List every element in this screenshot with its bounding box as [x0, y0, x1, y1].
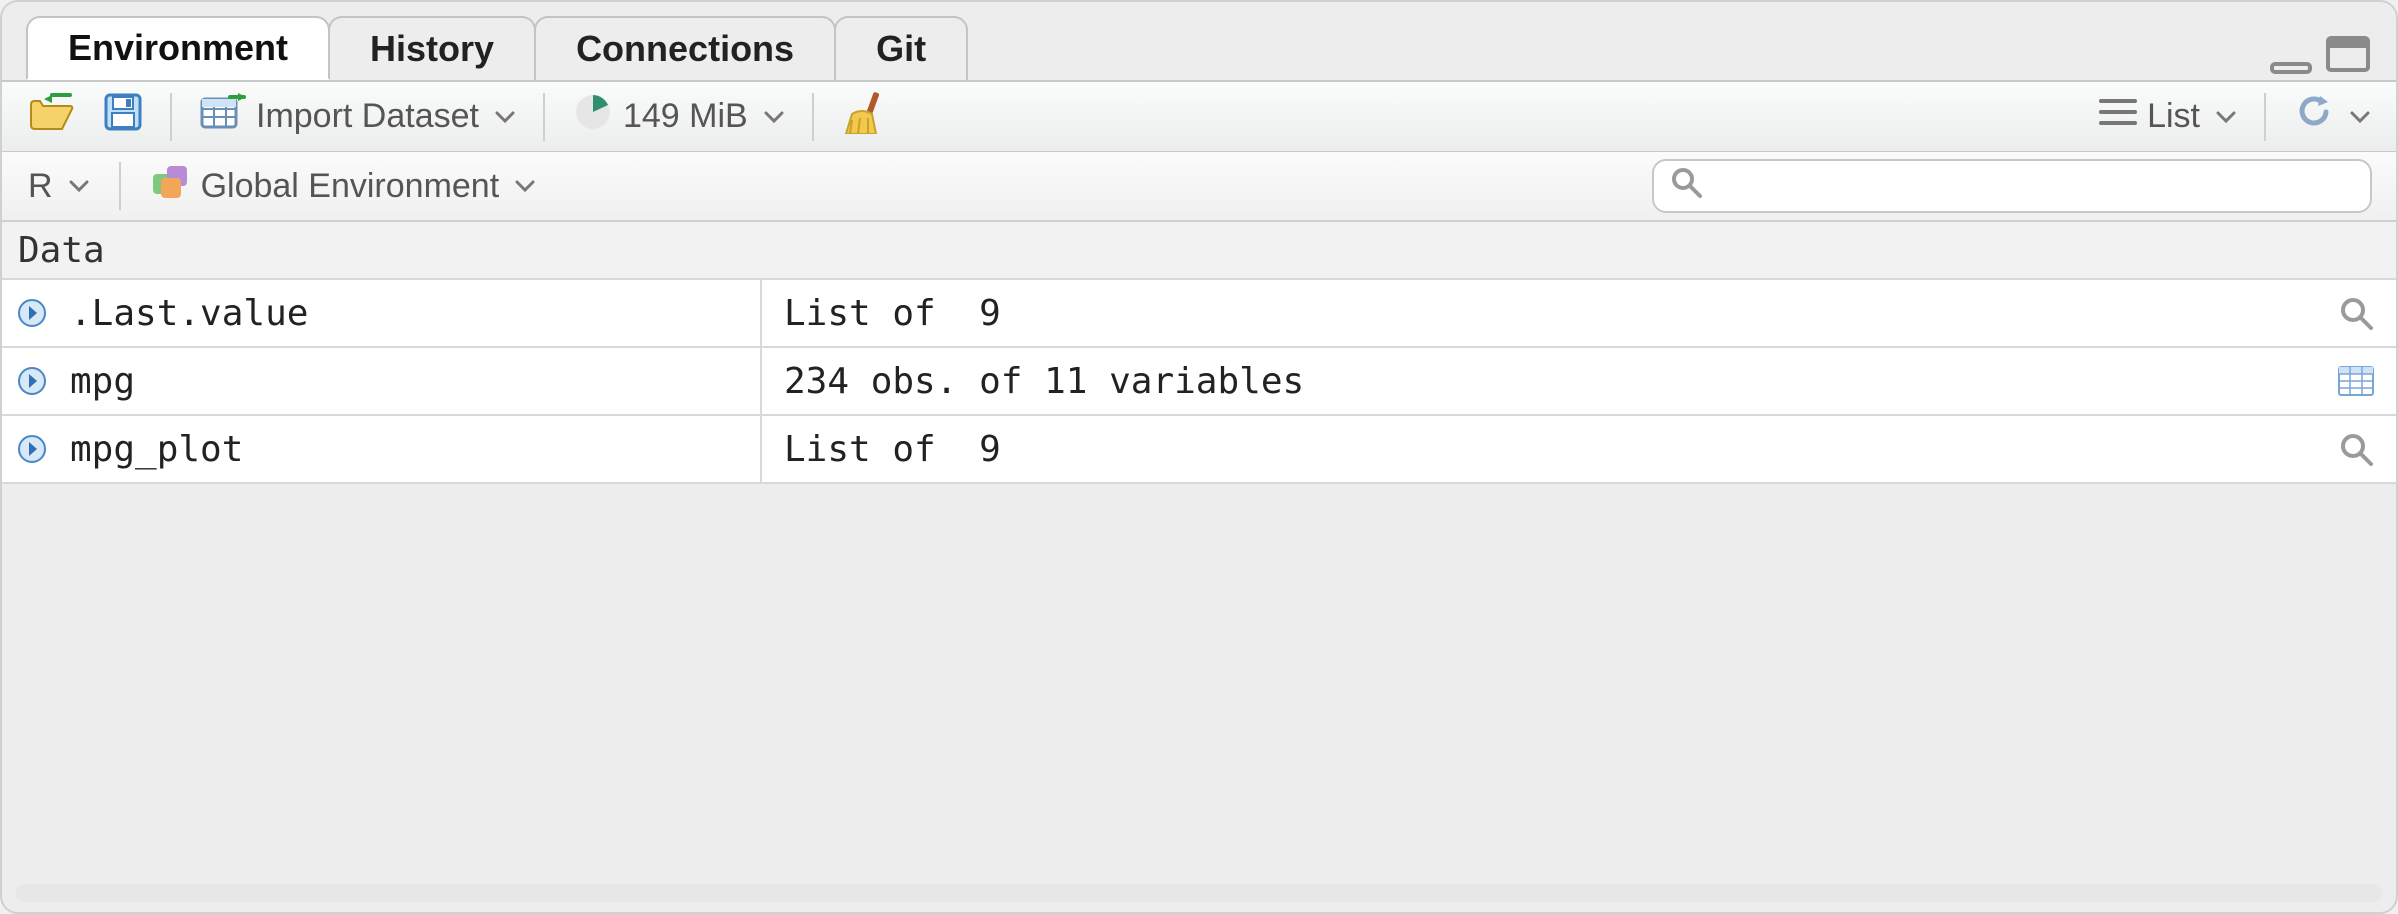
list-icon: [2099, 97, 2137, 136]
search-input[interactable]: [1712, 168, 2354, 205]
tab-label: Connections: [576, 28, 794, 70]
environment-scope-toolbar: R Global Environment: [2, 152, 2396, 222]
save-workspace-button[interactable]: [96, 89, 150, 144]
broom-icon: [842, 90, 886, 143]
chevron-down-icon: [495, 110, 515, 124]
pane-window-controls: [2268, 34, 2372, 74]
horizontal-scrollbar[interactable]: [16, 884, 2382, 902]
inspect-object-button[interactable]: [2339, 432, 2373, 466]
toolbar-separator: [119, 162, 121, 210]
object-name: .Last.value: [70, 293, 308, 334]
expand-toggle-icon[interactable]: [17, 434, 47, 464]
import-dataset-button[interactable]: Import Dataset: [192, 89, 523, 144]
section-header-label: Data: [18, 230, 105, 271]
object-description: List of 9: [784, 429, 1001, 470]
tab-label: Git: [876, 28, 926, 70]
chevron-down-icon: [69, 179, 89, 193]
toolbar-separator: [812, 93, 814, 141]
object-description: 234 obs. of 11 variables: [784, 361, 1304, 402]
environment-row[interactable]: mpg 234 obs. of 11 variables: [2, 348, 2396, 416]
environment-toolbar: Import Dataset 149 MiB: [2, 80, 2396, 152]
view-mode-button[interactable]: List: [2091, 93, 2244, 140]
chevron-down-icon: [2350, 110, 2370, 124]
search-icon: [1670, 166, 1702, 207]
folder-open-icon: [28, 93, 74, 140]
pie-chart-icon: [573, 92, 613, 141]
environment-object-list: .Last.value List of 9: [2, 280, 2396, 484]
language-selector[interactable]: R: [20, 163, 97, 210]
environment-row[interactable]: .Last.value List of 9: [2, 280, 2396, 348]
refresh-icon: [2294, 92, 2334, 141]
inspect-object-button[interactable]: [2339, 296, 2373, 330]
tab-strip: Environment History Connections Git: [2, 2, 2396, 80]
object-name: mpg: [70, 361, 135, 402]
memory-usage-label: 149 MiB: [623, 97, 748, 136]
chevron-down-icon: [2216, 110, 2236, 124]
refresh-button[interactable]: [2286, 88, 2378, 145]
expand-toggle-icon[interactable]: [17, 298, 47, 328]
language-label: R: [28, 167, 53, 206]
load-workspace-button[interactable]: [20, 89, 82, 144]
chevron-down-icon: [764, 110, 784, 124]
minimize-pane-button[interactable]: [2268, 46, 2314, 74]
import-dataset-label: Import Dataset: [256, 97, 479, 136]
expand-toggle-icon[interactable]: [17, 366, 47, 396]
view-mode-label: List: [2147, 97, 2200, 136]
chevron-down-icon: [515, 179, 535, 193]
memory-usage-button[interactable]: 149 MiB: [565, 88, 792, 145]
section-header-data: Data: [2, 222, 2396, 280]
environment-search-box[interactable]: [1652, 159, 2372, 213]
environment-row[interactable]: mpg_plot List of 9: [2, 416, 2396, 484]
environment-scope-label: Global Environment: [201, 167, 500, 206]
clear-workspace-button[interactable]: [834, 86, 894, 147]
tab-connections[interactable]: Connections: [534, 16, 836, 80]
tab-label: Environment: [68, 27, 288, 69]
import-dataset-icon: [200, 93, 246, 140]
tab-environment[interactable]: Environment: [26, 16, 330, 80]
toolbar-separator: [543, 93, 545, 141]
toolbar-separator: [2264, 93, 2266, 141]
environment-scope-selector[interactable]: Global Environment: [143, 160, 544, 213]
toolbar-separator: [170, 93, 172, 141]
tab-label: History: [370, 28, 494, 70]
object-name: mpg_plot: [70, 429, 243, 470]
tab-history[interactable]: History: [328, 16, 536, 80]
tab-git[interactable]: Git: [834, 16, 968, 80]
object-description: List of 9: [784, 293, 1001, 334]
environment-scope-icon: [151, 164, 191, 209]
view-dataframe-button[interactable]: [2338, 366, 2374, 396]
maximize-pane-button[interactable]: [2324, 34, 2372, 74]
save-icon: [104, 93, 142, 140]
environment-pane: Environment History Connections Git: [0, 0, 2398, 914]
